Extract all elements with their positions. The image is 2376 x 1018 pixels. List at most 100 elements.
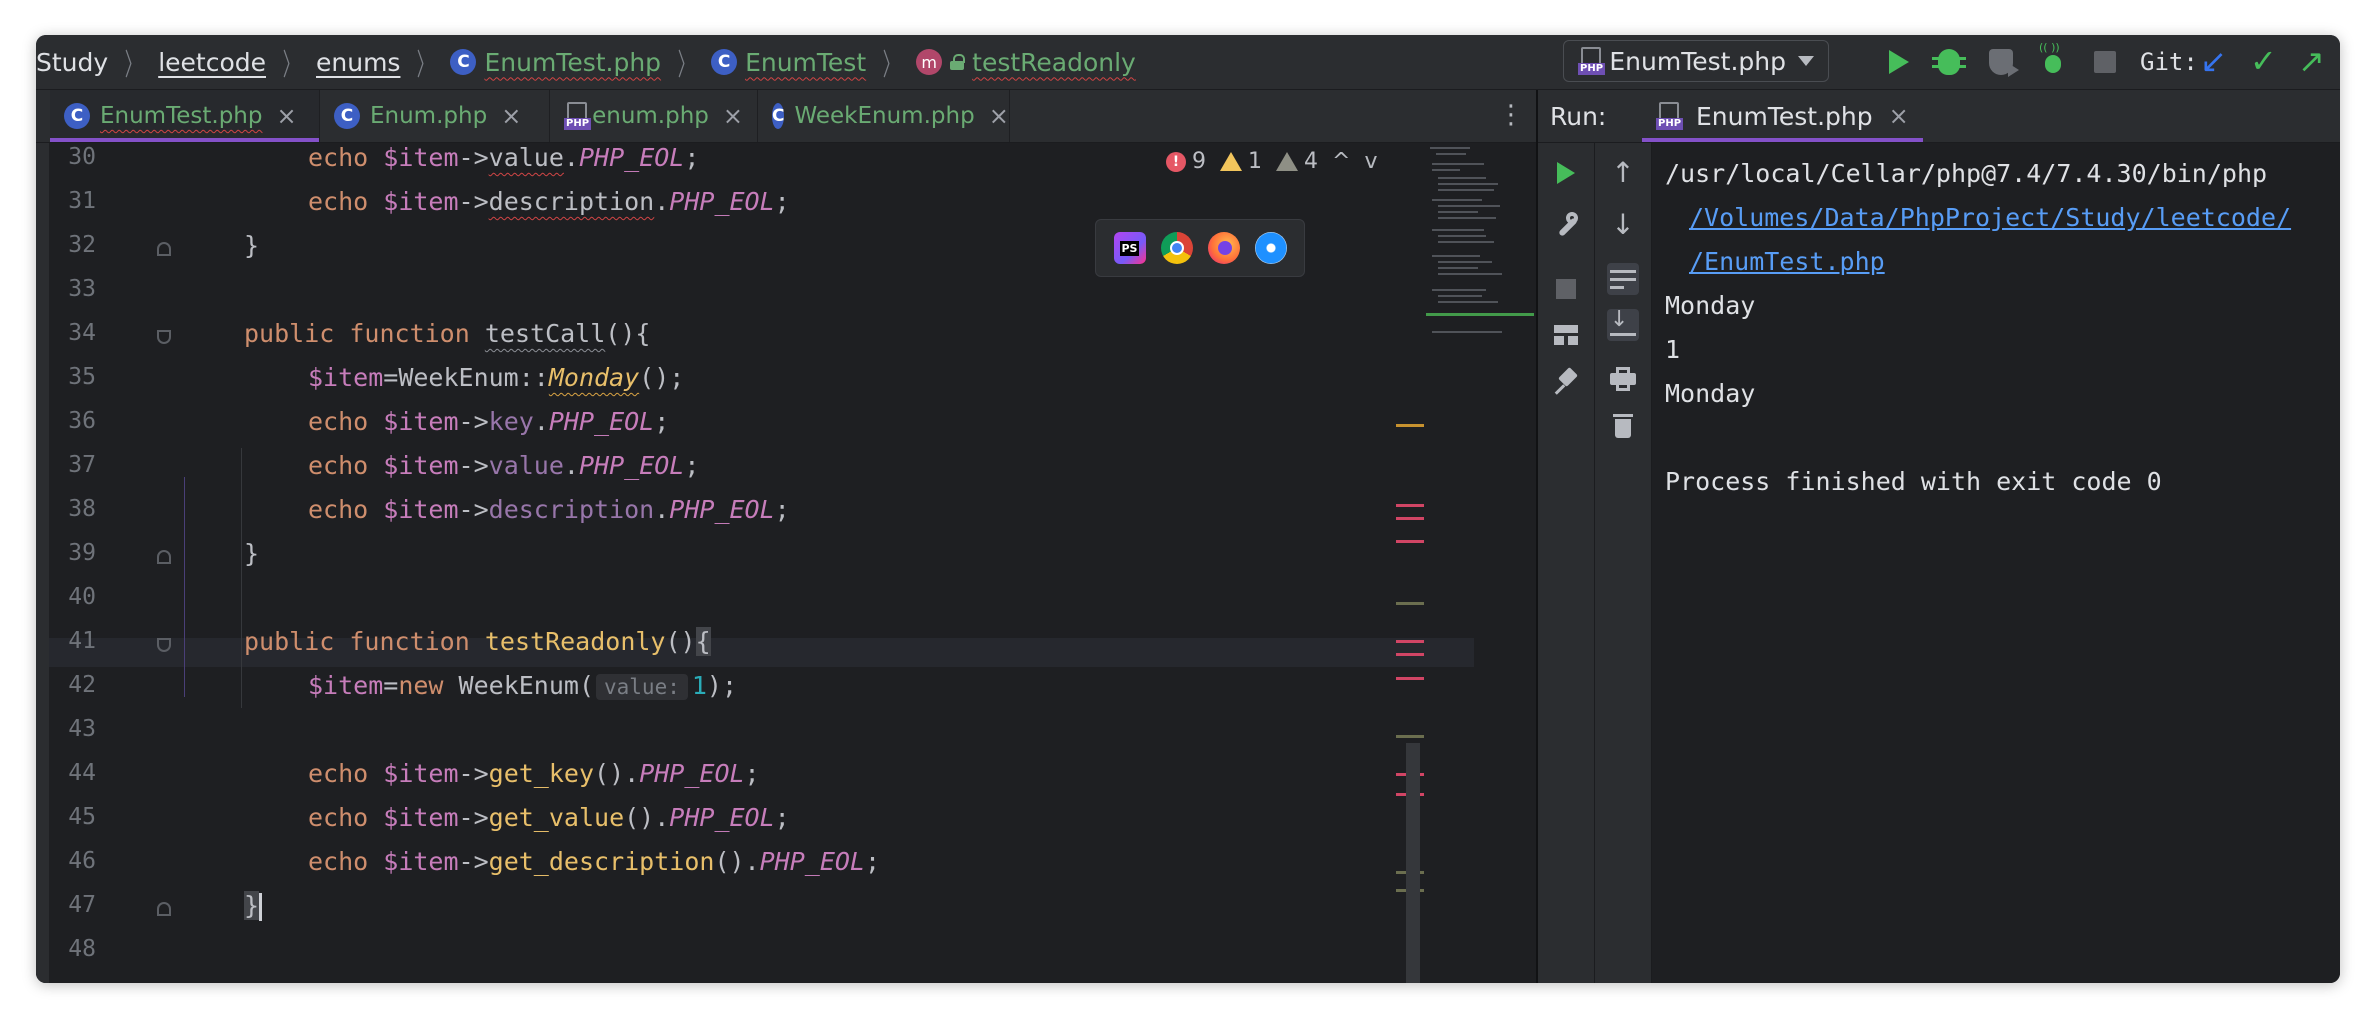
run-title: Run: <box>1550 102 1607 131</box>
php-file-icon: PHP <box>1578 47 1606 75</box>
pin-tab-button[interactable] <box>1550 365 1582 397</box>
class-icon: C <box>711 49 738 75</box>
up-button[interactable]: ↑ <box>1607 157 1639 189</box>
console-blank <box>1665 416 2340 460</box>
line-number: 37 <box>68 452 96 478</box>
breadcrumb-study[interactable]: Study <box>36 48 108 77</box>
breadcrumb-enumtest-file[interactable]: C EnumTest.php <box>450 48 661 77</box>
fold-marker[interactable] <box>157 550 171 564</box>
close-icon[interactable]: × <box>989 102 1009 130</box>
chevron-down-icon <box>1798 56 1814 66</box>
error-stripe-mark[interactable] <box>1396 504 1424 507</box>
console-link[interactable]: /EnumTest.php <box>1665 240 2340 284</box>
run-toolbar-right: ↑ ↓ <box>1595 143 1652 983</box>
console-line: Monday <box>1665 379 1756 408</box>
run-tab-enumtest[interactable]: PHP EnumTest.php × <box>1642 90 1923 142</box>
chevron-up-icon[interactable]: ^ <box>1332 149 1350 174</box>
tab-label: Enum.php <box>370 103 488 129</box>
breadcrumb-enums[interactable]: enums <box>316 48 400 77</box>
git-label: Git: <box>2140 48 2198 76</box>
editor-scrollbar[interactable] <box>1406 743 1420 983</box>
pin-icon <box>1554 369 1578 393</box>
tab-enumtest-php[interactable]: C EnumTest.php × <box>50 90 320 142</box>
error-stripe-mark[interactable] <box>1396 677 1424 680</box>
clear-all-button[interactable] <box>1607 409 1639 441</box>
line-number: 44 <box>68 760 96 786</box>
breadcrumb: Study 〉 leetcode 〉 enums 〉 C EnumTest.ph… <box>36 35 1136 89</box>
weak-stripe-mark[interactable] <box>1396 735 1424 738</box>
code-editor[interactable]: 30 31 32 33 34 35 36 37 38 39 40 41 42 4… <box>36 143 1536 983</box>
tab-label: EnumTest.php <box>100 103 263 129</box>
chevron-right-icon: 〉 <box>417 48 434 83</box>
close-icon[interactable]: × <box>1889 102 1909 130</box>
inspection-widget[interactable]: ! 9 1 4 ^ v <box>1166 149 1377 174</box>
line-number: 48 <box>68 936 96 962</box>
safari-icon[interactable] <box>1254 232 1287 264</box>
code-line-42: $item=new WeekEnum(value: 1); <box>308 671 738 700</box>
layout-button[interactable] <box>1550 319 1582 351</box>
error-stripe-mark[interactable] <box>1396 517 1424 520</box>
chrome-icon[interactable] <box>1160 232 1193 264</box>
git-update-icon[interactable]: ↙ <box>2200 43 2227 79</box>
fold-marker[interactable] <box>157 902 171 916</box>
close-icon[interactable]: × <box>501 102 521 130</box>
fold-marker[interactable] <box>157 242 171 256</box>
profile-button[interactable] <box>2036 41 2070 79</box>
fold-marker[interactable] <box>157 330 171 344</box>
chevron-down-icon[interactable]: v <box>1364 149 1377 174</box>
code-line-35: $item=WeekEnum::Monday(); <box>308 363 685 392</box>
breadcrumb-testreadonly[interactable]: m testReadonly <box>916 48 1136 77</box>
weak-warning-count[interactable]: 4 <box>1276 149 1318 174</box>
more-vertical-icon[interactable]: ⋮ <box>1498 102 1524 128</box>
indent-guide <box>241 448 242 708</box>
rerun-button[interactable] <box>1550 157 1582 189</box>
soft-wrap-button[interactable] <box>1607 263 1639 295</box>
code-line-37: echo $item->value.PHP_EOL; <box>308 451 700 480</box>
modify-config-button[interactable] <box>1550 209 1582 241</box>
class-icon: C <box>450 49 477 75</box>
error-count[interactable]: ! 9 <box>1166 149 1206 174</box>
console-link[interactable]: /Volumes/Data/PhpProject/Study/leetcode/ <box>1665 196 2340 240</box>
stop-button[interactable] <box>2088 45 2122 79</box>
git-commit-icon[interactable]: ✓ <box>2250 43 2277 79</box>
run-configuration-select[interactable]: PHP EnumTest.php <box>1563 40 1829 82</box>
navigation-bar: Study 〉 leetcode 〉 enums 〉 C EnumTest.ph… <box>36 35 2340 90</box>
run-button[interactable] <box>1882 45 1916 79</box>
firefox-icon[interactable] <box>1207 232 1240 264</box>
warning-count[interactable]: 1 <box>1220 149 1262 174</box>
code-line-39: } <box>244 539 260 568</box>
scroll-to-end-button[interactable] <box>1607 307 1639 341</box>
down-button[interactable]: ↓ <box>1607 209 1639 241</box>
error-stripe-mark[interactable] <box>1396 540 1424 543</box>
code-minimap[interactable] <box>1426 143 1534 353</box>
line-number: 40 <box>68 584 96 610</box>
close-icon[interactable]: × <box>723 102 743 130</box>
chevron-right-icon: 〉 <box>282 48 300 83</box>
error-stripe-mark[interactable] <box>1396 640 1424 643</box>
console-line: Monday <box>1665 291 1756 320</box>
stop-run-button[interactable] <box>1550 273 1582 305</box>
debug-button[interactable] <box>1932 45 1966 79</box>
breadcrumb-leetcode[interactable]: leetcode <box>158 48 266 77</box>
trash-icon <box>1613 412 1633 438</box>
method-icon: m <box>916 49 943 75</box>
tab-enum-lower-php[interactable]: PHP enum.php × <box>550 90 758 142</box>
console-line: Process finished with exit code 0 <box>1665 467 2162 496</box>
console-output[interactable]: /usr/local/Cellar/php@7.4/7.4.30/bin/php… <box>1665 152 2340 504</box>
git-push-icon[interactable]: ↗ <box>2298 43 2325 79</box>
tab-enum-php[interactable]: C Enum.php × <box>320 90 550 142</box>
fold-marker[interactable] <box>157 638 171 652</box>
code-line-30: echo $item->value.PHP_EOL; <box>308 143 700 172</box>
rerun-icon <box>1557 162 1575 184</box>
tab-weekenum-php[interactable]: C WeekEnum.php × <box>758 90 1010 142</box>
print-button[interactable] <box>1607 363 1639 395</box>
weak-stripe-mark[interactable] <box>1396 602 1424 605</box>
line-number: 35 <box>68 364 96 390</box>
error-stripe-mark[interactable] <box>1396 653 1424 656</box>
warning-stripe-mark[interactable] <box>1396 424 1424 427</box>
close-icon[interactable]: × <box>276 102 296 130</box>
run-with-coverage-button[interactable] <box>1984 45 2019 79</box>
breadcrumb-enumtest-class[interactable]: C EnumTest <box>711 48 866 77</box>
php-file-icon: PHP <box>1656 102 1684 130</box>
phpstorm-browser-icon[interactable]: PS <box>1113 232 1146 264</box>
